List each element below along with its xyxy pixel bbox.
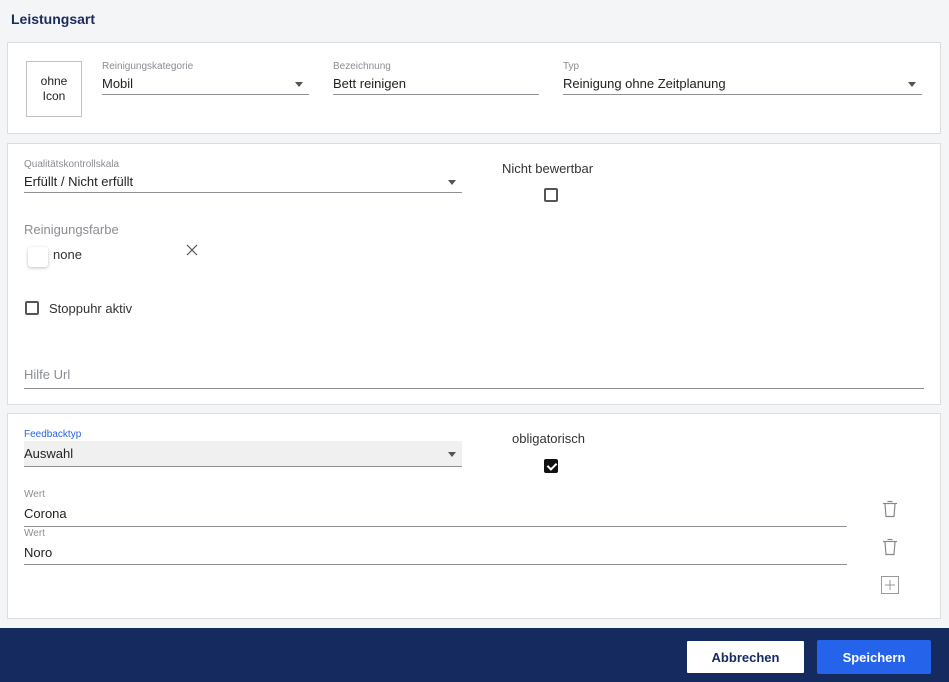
chevron-down-icon [448, 180, 456, 185]
mandatory-label: obligatorisch [512, 431, 585, 446]
save-button[interactable]: Speichern [817, 640, 931, 674]
quality-card: Qualitätskontrollskala Erfüllt / Nicht e… [7, 143, 941, 405]
not-rateable-checkbox[interactable] [544, 188, 558, 202]
feedback-value-text: Corona [24, 506, 67, 521]
category-label: Reinigungskategorie [102, 61, 194, 72]
plus-icon[interactable] [881, 576, 899, 594]
category-select[interactable]: Reinigungskategorie Mobil [102, 61, 309, 95]
page-title: Leistungsart [11, 11, 96, 27]
stopwatch-checkbox[interactable] [25, 301, 39, 315]
icon-picker[interactable]: ohne Icon [26, 61, 82, 117]
type-select[interactable]: Typ Reinigung ohne Zeitplanung [563, 61, 922, 95]
name-field[interactable]: Bezeichnung Bett reinigen [333, 61, 539, 95]
type-value: Reinigung ohne Zeitplanung [563, 76, 726, 91]
quality-scale-label: Qualitätskontrollskala [24, 159, 120, 170]
chevron-down-icon [295, 82, 303, 87]
category-value: Mobil [102, 76, 134, 91]
feedback-type-select[interactable]: Feedbacktyp Auswahl [24, 429, 462, 467]
feedback-value-text: Noro [24, 545, 53, 560]
name-label: Bezeichnung [333, 61, 391, 72]
help-url-field[interactable]: Hilfe Url [24, 364, 924, 389]
icon-picker-label: ohne Icon [40, 74, 68, 103]
close-icon[interactable] [185, 243, 199, 257]
feedback-card: Feedbacktyp Auswahl obligatorisch Wert C… [7, 413, 941, 619]
cancel-button[interactable]: Abbrechen [686, 640, 805, 674]
cleaning-color-label: Reinigungsfarbe [24, 222, 119, 237]
not-rateable-label: Nicht bewertbar [502, 161, 594, 176]
feedback-type-label: Feedbacktyp [24, 429, 82, 440]
mandatory-checkbox[interactable] [544, 459, 558, 473]
chevron-down-icon [908, 82, 916, 87]
color-swatch[interactable] [28, 247, 48, 267]
quality-scale-value: Erfüllt / Nicht erfüllt [24, 174, 134, 189]
feedback-value-field[interactable]: Wert Corona [24, 489, 847, 527]
stopwatch-label: Stoppuhr aktiv [49, 301, 133, 316]
general-card: ohne Icon Reinigungskategorie Mobil Beze… [7, 42, 941, 134]
cleaning-color-value: none [53, 247, 82, 262]
quality-scale-select[interactable]: Qualitätskontrollskala Erfüllt / Nicht e… [24, 159, 462, 193]
trash-icon[interactable] [881, 500, 899, 518]
name-value: Bett reinigen [333, 76, 406, 91]
footer-bar: Abbrechen Speichern [0, 628, 949, 682]
help-url-placeholder: Hilfe Url [24, 367, 71, 382]
chevron-down-icon [448, 452, 456, 457]
feedback-value-label: Wert [24, 528, 45, 539]
feedback-value-field[interactable]: Wert Noro [24, 528, 847, 565]
feedback-type-value: Auswahl [24, 446, 74, 461]
feedback-value-label: Wert [24, 489, 45, 500]
trash-icon[interactable] [881, 538, 899, 556]
type-label: Typ [563, 61, 580, 72]
